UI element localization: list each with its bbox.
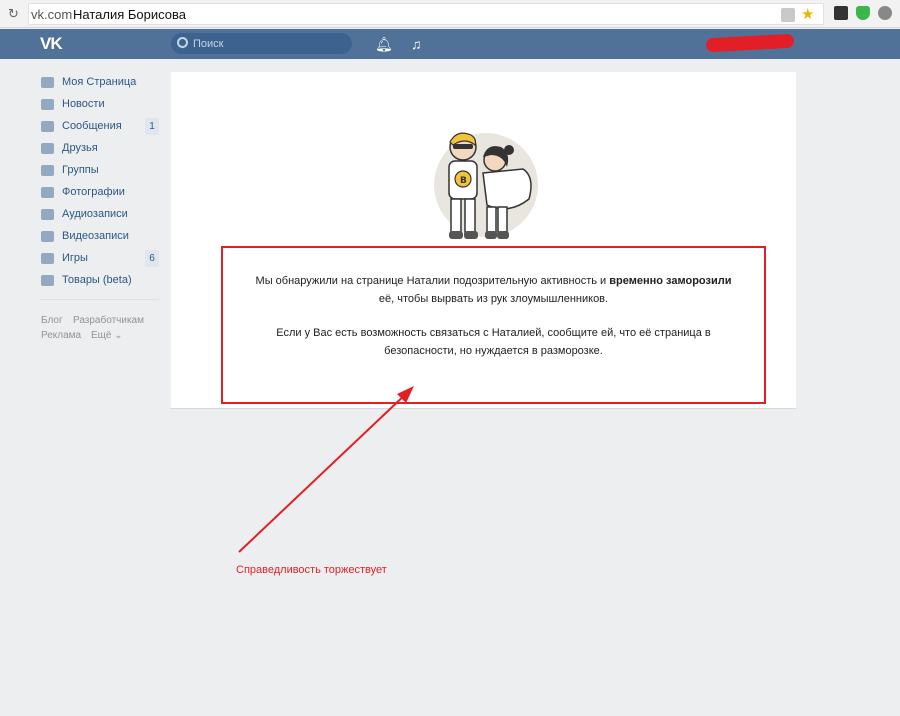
footer-link-ads[interactable]: Реклама (41, 330, 81, 341)
address-bar[interactable]: vk.com Наталия Борисова ★ (28, 3, 824, 25)
sidebar-item-0[interactable]: Моя Страница (40, 72, 160, 94)
sidebar-item-2[interactable]: Сообщения 1 (40, 116, 160, 138)
video-icon (41, 231, 54, 242)
sidebar-item-3[interactable]: Друзья (40, 138, 160, 160)
music-icon (41, 209, 54, 220)
bookmark-star-icon[interactable]: ★ (801, 5, 814, 23)
footer-link-blog[interactable]: Блог (41, 315, 63, 326)
blocked-page-card: B Мы обнаружили на странице Наталии подо… (171, 72, 796, 409)
lock-icon[interactable] (781, 8, 795, 22)
sidebar-item-label: Видеозаписи (62, 230, 129, 242)
footer-link-more[interactable]: Ещё ⌄ (91, 330, 123, 341)
freeze-text-after: её, чтобы вырвать из рук злоумышленников… (378, 293, 609, 305)
sidebar-item-8[interactable]: Игры 6 (40, 248, 160, 270)
sidebar-item-label: Новости (62, 98, 105, 110)
annotation-caption: Справедливость торжествует (236, 564, 387, 576)
sidebar-item-label: Сообщения (62, 120, 122, 132)
sidebar-item-9[interactable]: Товары (beta) (40, 270, 160, 292)
sidebar-item-5[interactable]: Фотографии (40, 182, 160, 204)
vk-page-screenshot: ↻ vk.com Наталия Борисова ★ VK 🔔︎ ♫ Моя … (0, 0, 900, 716)
address-url: vk.com (31, 7, 73, 22)
redacted-user-name[interactable] (705, 33, 795, 53)
search-box[interactable] (171, 33, 352, 54)
freeze-message-paragraph-2: Если у Вас есть возможность связаться с … (276, 327, 711, 357)
search-icon (177, 37, 188, 48)
news-icon (41, 99, 54, 110)
messages-icon (41, 121, 54, 132)
bulb-extension-icon[interactable] (878, 6, 892, 20)
gamepad-icon (41, 253, 54, 264)
home-icon (41, 77, 54, 88)
freeze-text-bold: временно заморозили (609, 275, 732, 287)
vk-logo[interactable]: VK (40, 34, 63, 54)
sidebar-item-label: Игры (62, 252, 88, 264)
sidebar-item-6[interactable]: Аудиозаписи (40, 204, 160, 226)
music-player-icon[interactable]: ♫ (411, 36, 422, 52)
freeze-message-paragraph-1: Мы обнаружили на странице Наталии подозр… (251, 272, 736, 308)
vk-header: VK 🔔︎ ♫ (0, 29, 900, 59)
bag-icon (41, 275, 54, 286)
svg-text:B: B (460, 176, 467, 186)
sidebar-item-7[interactable]: Видеозаписи (40, 226, 160, 248)
footer-link-developers[interactable]: Разработчикам (73, 315, 144, 326)
notifications-bell-icon[interactable]: 🔔︎ (375, 36, 393, 52)
friends-icon (41, 143, 54, 154)
freeze-message: Мы обнаружили на странице Наталии подозр… (251, 272, 736, 376)
sidebar-item-count-badge[interactable]: 6 (145, 250, 159, 267)
sidebar-divider (40, 299, 159, 300)
sidebar-item-1[interactable]: Новости (40, 94, 160, 116)
sidebar-item-label: Моя Страница (62, 76, 137, 88)
sidebar-item-label: Фотографии (62, 186, 125, 198)
shield-extension-icon[interactable] (856, 6, 870, 20)
browser-toolbar: ↻ vk.com Наталия Борисова ★ (0, 0, 900, 28)
sidebar-item-label: Друзья (62, 142, 98, 154)
freeze-text-before: Мы обнаружили на странице Наталии подозр… (255, 275, 610, 287)
search-input[interactable] (193, 35, 343, 52)
reload-icon[interactable]: ↻ (8, 7, 22, 21)
groups-icon (41, 165, 54, 176)
sidebar-item-label: Группы (62, 164, 99, 176)
superhero-illustration-icon: B (434, 132, 538, 239)
sidebar-item-4[interactable]: Группы (40, 160, 160, 182)
address-page-title: Наталия Борисова (73, 7, 186, 22)
extension-menu-icon[interactable] (834, 6, 848, 20)
sidebar-item-label: Аудиозаписи (62, 208, 128, 220)
sidebar-item-label: Товары (beta) (62, 274, 132, 286)
left-sidebar: Моя Страница Новости Сообщения 1 Друзья Групп… (40, 72, 160, 292)
sidebar-item-count-badge[interactable]: 1 (145, 118, 159, 135)
camera-icon (41, 187, 54, 198)
